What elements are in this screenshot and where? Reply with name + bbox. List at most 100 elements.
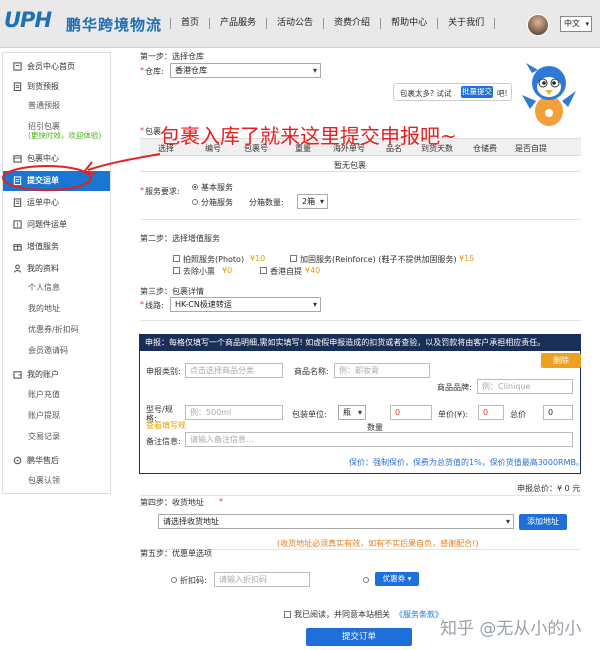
sidebar-item-arrival[interactable]: 到货预报 <box>3 77 110 97</box>
sidebar-item-home[interactable]: 会员中心首页 <box>3 57 110 77</box>
nav-help[interactable]: 帮助中心 <box>380 18 437 29</box>
remove-receipt-price: ¥0 <box>222 266 233 275</box>
unit-select[interactable]: 瓶 <box>338 405 366 420</box>
quantity-input[interactable]: 0 <box>390 405 432 420</box>
sidebar-item-normal-forecast[interactable]: 普通预报 <box>28 100 60 111</box>
avatar[interactable] <box>527 14 549 36</box>
user-icon <box>13 264 22 273</box>
category-label: 申报类别: <box>146 367 181 376</box>
sidebar-item-problem-order[interactable]: 问题件运单 <box>3 215 110 235</box>
self-pickup-label: 香港自提 <box>270 267 302 276</box>
sidebar-item-my-address[interactable]: 我的地址 <box>28 303 60 314</box>
delete-button[interactable]: 删除 <box>541 353 581 368</box>
chevron-down-icon: ▾ <box>407 574 412 583</box>
photo-service-price: ¥10 <box>250 254 266 263</box>
agree-checkbox[interactable] <box>284 611 291 618</box>
reinforce-service-checkbox[interactable] <box>290 255 297 262</box>
declared-total: 申报总价：¥ 0 元 <box>517 484 581 493</box>
remove-receipt-checkbox[interactable] <box>173 267 180 274</box>
model-input[interactable]: 例：500ml <box>185 405 283 420</box>
sidebar-item-withdraw[interactable]: 账户提现 <box>28 410 60 421</box>
sidebar-item-my-profile[interactable]: 我的资料 <box>3 259 110 279</box>
sidebar-item-claims[interactable]: 包裹认领 <box>28 475 60 486</box>
col-self-pickup: 是否自提 <box>515 144 547 153</box>
warehouse-select[interactable]: 香港仓库 <box>170 63 321 78</box>
packages-label: 包裹 <box>145 127 161 136</box>
required-star: * <box>140 66 144 75</box>
sidebar-item-after-sales[interactable]: 鹏华售后 <box>3 451 110 471</box>
basic-service-radio[interactable] <box>192 184 198 190</box>
nav-pricing[interactable]: 资费介绍 <box>323 18 380 29</box>
service-icon <box>13 456 22 465</box>
agree-text: 我已阅读，并同意本站相关 <box>294 610 390 619</box>
route-label: 线路: <box>145 301 164 310</box>
split-service-radio[interactable] <box>192 199 198 205</box>
home-icon <box>13 62 22 71</box>
nav-about[interactable]: 关于我们 <box>437 18 496 29</box>
warehouse-label: 仓库: <box>145 67 164 76</box>
brand-name[interactable]: 鹏华跨境物流 <box>66 14 162 35</box>
coupon-radio[interactable] <box>363 577 369 583</box>
total-price-input[interactable]: 0 <box>543 405 573 420</box>
watermark: 知乎 @无从小的小 <box>440 619 582 639</box>
submit-order-button[interactable]: 提交订单 <box>306 628 412 646</box>
total-price-label: 总价 <box>510 410 526 419</box>
self-pickup-checkbox[interactable] <box>260 267 267 274</box>
nav-products[interactable]: 产品服务 <box>209 18 266 29</box>
mascot-bird-illustration <box>522 63 576 126</box>
split-count-select[interactable]: 2箱 <box>297 194 328 209</box>
remark-label: 备注信息: <box>146 437 181 446</box>
divider <box>140 171 581 172</box>
annotation-text: 包裹入库了就来这里提交申报吧~ <box>160 124 457 148</box>
sidebar-item-transactions[interactable]: 交易记录 <box>28 431 60 442</box>
address-select[interactable]: 请选择收货地址 <box>158 514 514 529</box>
sidebar-item-personal-info[interactable]: 个人信息 <box>28 282 60 293</box>
divider <box>140 155 581 156</box>
brand-input[interactable]: 例：Clinique <box>477 379 573 394</box>
route-select[interactable]: HK-CN极速转运 <box>170 297 321 312</box>
nav-announcements[interactable]: 活动公告 <box>266 18 323 29</box>
gift-icon <box>13 244 22 251</box>
category-input[interactable]: 点击选择商品分类 <box>185 363 283 378</box>
nav-home[interactable]: 首页 <box>170 18 209 29</box>
discount-code-label: 折扣码: <box>180 576 207 585</box>
step2-title: 第二步：选择增值服务 <box>140 234 220 243</box>
terms-link[interactable]: 《服务条款》 <box>395 609 443 620</box>
discount-code-radio[interactable] <box>171 577 177 583</box>
item-name-input[interactable]: 例：卸妆膏 <box>334 363 430 378</box>
batch-submit-button[interactable]: 批量提交 <box>461 86 493 98</box>
divider <box>140 219 581 220</box>
item-name-label: 商品名称: <box>294 367 329 376</box>
clipboard-icon <box>13 82 22 91</box>
packages-empty: 暂无包裹 <box>334 161 366 170</box>
insurance-note: 保价：强制保价，保费为总货值的1%，保价货值最高3000RMB。 <box>349 458 584 467</box>
declaration-box <box>139 334 581 474</box>
coupon-dropdown[interactable]: 优惠券 ▾ <box>375 572 419 586</box>
unit-price-input[interactable]: 0 <box>478 405 504 420</box>
sidebar-item-coupons[interactable]: 优惠券/折扣码 <box>28 324 79 335</box>
photo-service-label: 拍照服务(Photo) <box>183 255 245 264</box>
main-nav: 首页 产品服务 活动公告 资费介绍 帮助中心 关于我们 <box>170 18 496 29</box>
unit-label: 包装单位: <box>292 410 327 419</box>
self-pickup-price: ¥40 <box>305 266 321 275</box>
sidebar-item-recharge[interactable]: 账户充值 <box>28 389 60 400</box>
sidebar-item-invite[interactable]: 会员邀请码 <box>28 345 68 356</box>
brand-label: 商品品牌: <box>437 383 472 392</box>
address-note: (收货地址必须真实有效，如有不实后果自负，感谢配合!) <box>277 539 479 548</box>
remark-input[interactable]: 请输入备注信息... <box>185 432 573 447</box>
sidebar-item-my-account[interactable]: 我的账户 <box>3 365 110 385</box>
model-help-link[interactable]: 查看填写规 <box>146 420 186 431</box>
step4-title: 第四步：收货地址 <box>140 498 204 507</box>
step3-title: 第三步：包裹详情 <box>140 287 204 296</box>
language-select[interactable]: 中文 <box>560 16 592 32</box>
discount-code-input[interactable]: 请输入折扣码 <box>214 572 310 587</box>
wallet-icon <box>13 371 22 379</box>
sidebar-item-value-added[interactable]: 增值服务 <box>3 237 110 257</box>
warning-icon <box>13 220 22 229</box>
remove-receipt-label: 去除小票 <box>183 267 215 276</box>
photo-service-checkbox[interactable] <box>173 255 180 262</box>
brand-logo-mark[interactable]: UPH <box>4 8 52 32</box>
add-address-button[interactable]: 添加地址 <box>519 514 567 530</box>
reinforce-service-label: 加固服务(Reinforce) (鞋子不提供加固服务) <box>300 255 457 264</box>
split-service-label: 分箱服务 <box>201 198 233 207</box>
